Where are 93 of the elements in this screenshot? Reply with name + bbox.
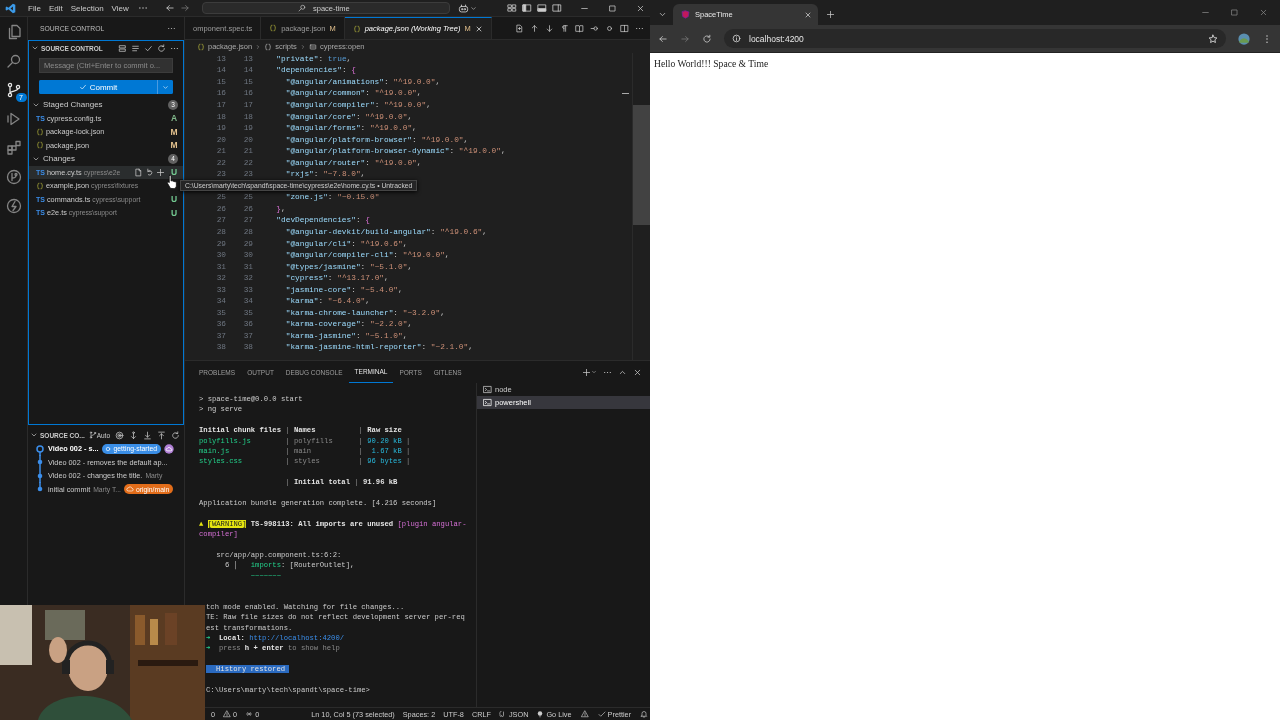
split-editor-icon[interactable] [620,23,629,33]
chevron-right-icon [299,43,306,50]
menu-item[interactable]: View [107,3,133,13]
stack-icon[interactable] [118,43,127,53]
info-icon [732,34,741,43]
run-debug-icon[interactable] [5,111,22,127]
status-letter: A [170,113,178,124]
group-label: Changes [43,154,76,164]
forward-arrow-icon[interactable] [179,3,190,13]
back-arrow-icon[interactable] [658,33,668,44]
open-file-icon[interactable] [515,23,524,33]
menu-item[interactable]: Selection [66,3,108,13]
menu-item[interactable]: Edit [44,3,67,13]
menu-item[interactable]: File [24,3,45,13]
vscode-logo-icon[interactable] [5,2,16,14]
circle-icon [103,444,112,453]
robot-icon[interactable] [457,2,469,14]
hand-cursor-icon [166,174,177,189]
book-icon[interactable] [575,23,584,33]
discard-icon[interactable] [145,167,154,177]
fetch-icon[interactable] [129,430,138,440]
chevron-down-icon [162,83,169,91]
braces-icon [498,710,507,718]
tab-list-icon[interactable] [658,10,667,19]
pull-icon[interactable] [143,430,152,440]
maximize-icon[interactable] [607,3,617,13]
chevron-down-icon[interactable] [469,4,477,12]
page-text: Hello World!!! Space & Time [653,57,770,71]
push-icon[interactable] [157,430,166,440]
status-letter: M [170,140,178,151]
search-icon [297,4,306,12]
open-file-icon[interactable] [134,167,143,177]
chevron-down-icon[interactable] [591,369,597,375]
braces-icon [197,42,205,51]
refresh-icon[interactable] [171,430,180,440]
status-letter: U [170,167,178,178]
chevron-right-icon [255,43,262,50]
braces-icon [36,141,44,150]
status-letter: M [170,126,178,137]
close-icon[interactable] [1259,8,1268,17]
shield-icon [681,10,690,19]
cloud-icon [126,485,134,494]
plus-icon[interactable] [156,167,165,177]
braces-icon [36,181,44,190]
plus-icon[interactable] [582,367,591,377]
chevron-down-icon[interactable] [30,431,38,439]
list-icon[interactable] [131,43,140,53]
extensions-icon[interactable] [5,140,22,156]
group-label: Staged Changes [43,100,103,110]
pilcrow-icon[interactable] [560,23,569,33]
check-icon[interactable] [144,43,153,53]
target-icon[interactable] [115,430,124,440]
close-icon[interactable] [474,24,483,33]
scrollbar-thumb[interactable] [633,105,650,225]
warning-icon[interactable] [580,710,589,718]
new-tab-icon[interactable] [826,10,835,19]
bottom-pane-layout-icon[interactable] [536,3,547,13]
grid-layout-icon[interactable] [506,3,517,13]
terminal-icon [483,385,492,394]
reload-icon[interactable] [702,33,712,44]
star-icon[interactable] [1208,33,1218,44]
back-arrow-icon[interactable] [164,3,175,13]
warning-icon [223,710,232,718]
address-bar[interactable]: localhost:4200 [724,29,1226,48]
lightning-icon[interactable] [5,198,22,214]
close-icon[interactable] [635,3,645,13]
gitlens-icon[interactable] [5,169,22,185]
braces-icon [352,24,361,33]
check-icon [597,710,606,718]
string-icon [308,42,317,51]
status-letter: U [170,194,178,205]
arrow-down-icon[interactable] [545,23,554,33]
source-control-icon[interactable] [5,82,22,98]
check-icon [78,83,87,91]
chevron-down-icon[interactable] [31,44,39,52]
circle-icon[interactable] [605,23,614,33]
close-icon[interactable] [633,367,642,377]
search-icon[interactable] [5,53,22,69]
braces-icon [269,24,278,32]
braces-icon [264,42,273,51]
braces-icon [36,127,44,136]
close-icon[interactable] [804,10,812,19]
refresh-icon[interactable] [157,43,166,53]
maximize-icon[interactable] [1230,8,1239,17]
avatar-icon[interactable] [1238,32,1250,45]
status-letter: U [170,207,178,218]
branch-icon [88,431,97,439]
right-pane-layout-icon[interactable] [551,3,562,13]
arrow-up-icon[interactable] [530,23,539,33]
left-pane-layout-icon[interactable] [521,3,532,13]
commit-icon[interactable] [590,23,599,33]
terminal-icon [483,398,492,407]
bell-icon[interactable] [640,710,649,718]
